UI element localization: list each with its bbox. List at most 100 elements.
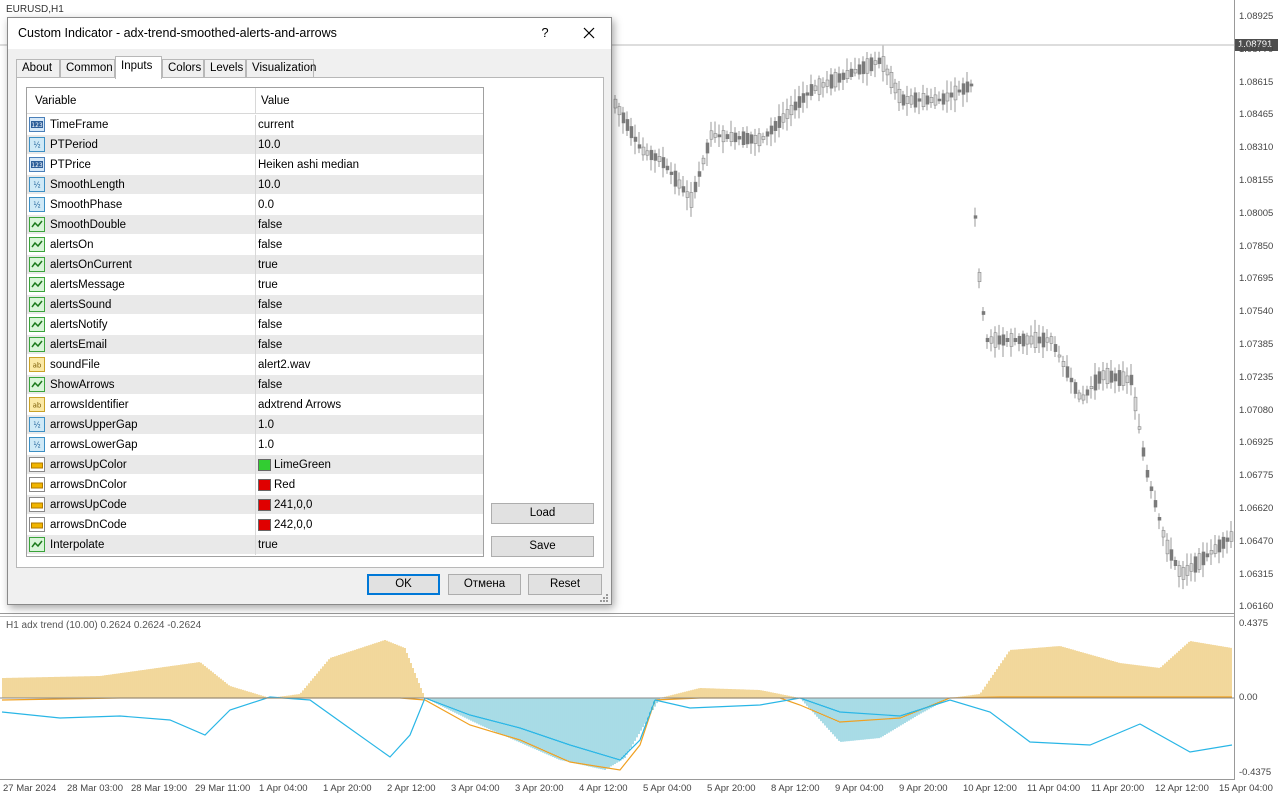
param-value[interactable]: false xyxy=(258,239,282,251)
param-value[interactable]: 10.0 xyxy=(258,139,280,151)
param-row-arrowsLowerGap[interactable]: ½ arrowsLowerGap 1.0 xyxy=(27,435,483,455)
tab-inputs[interactable]: Inputs xyxy=(115,56,162,79)
bool-type-icon xyxy=(29,217,45,232)
param-row-arrowsDnCode[interactable]: arrowsDnCode 242,0,0 xyxy=(27,515,483,535)
candle-body xyxy=(997,335,1002,345)
param-value[interactable]: 241,0,0 xyxy=(274,499,312,511)
load-button[interactable]: Load xyxy=(491,503,594,524)
price-tick-label: 1.08770 xyxy=(1239,43,1274,55)
candle-body xyxy=(805,92,810,96)
tab-levels[interactable]: Levels xyxy=(204,59,246,78)
param-value[interactable]: LimeGreen xyxy=(274,459,331,471)
tab-common[interactable]: Common xyxy=(60,59,115,78)
param-row-TimeFrame[interactable]: 123 TimeFrame current xyxy=(27,115,483,135)
indicator-tick-label: -0.4375 xyxy=(1239,767,1272,778)
param-row-alertsOn[interactable]: alertsOn false xyxy=(27,235,483,255)
param-value[interactable]: false xyxy=(258,379,282,391)
param-value[interactable]: current xyxy=(258,119,294,131)
svg-text:½: ½ xyxy=(33,441,40,450)
candle-body xyxy=(1189,563,1194,572)
dialog-titlebar[interactable]: Custom Indicator - adx-trend-smoothed-al… xyxy=(8,18,611,49)
param-value[interactable]: Heiken ashi median xyxy=(258,159,359,171)
param-value[interactable]: adxtrend Arrows xyxy=(258,399,341,411)
candle-body xyxy=(1061,361,1066,367)
cancel-button[interactable]: Отмена xyxy=(448,574,521,595)
column-divider xyxy=(255,215,256,235)
param-row-ShowArrows[interactable]: ShowArrows false xyxy=(27,375,483,395)
param-row-SmoothDouble[interactable]: SmoothDouble false xyxy=(27,215,483,235)
param-value[interactable]: 1.0 xyxy=(258,419,274,431)
param-value[interactable]: 1.0 xyxy=(258,439,274,451)
help-button[interactable]: ? xyxy=(535,23,555,43)
param-row-soundFile[interactable]: ab soundFile alert2.wav xyxy=(27,355,483,375)
candle-body xyxy=(909,95,914,105)
column-divider xyxy=(255,475,256,495)
param-value[interactable]: true xyxy=(258,279,278,291)
bool-type-icon xyxy=(29,537,45,552)
candle-body xyxy=(613,98,618,109)
value-column-header[interactable]: Value xyxy=(261,95,290,107)
param-value[interactable]: false xyxy=(258,319,282,331)
color-swatch[interactable] xyxy=(258,459,271,471)
param-value[interactable]: 0.0 xyxy=(258,199,274,211)
resize-grip-icon[interactable] xyxy=(599,593,609,603)
time-tick-label: 10 Apr 12:00 xyxy=(963,783,1017,794)
param-value[interactable]: true xyxy=(258,259,278,271)
ok-button[interactable]: OK xyxy=(367,574,440,595)
param-row-SmoothPhase[interactable]: ½ SmoothPhase 0.0 xyxy=(27,195,483,215)
column-divider xyxy=(255,455,256,475)
tab-visualization[interactable]: Visualization xyxy=(246,59,316,78)
param-value[interactable]: false xyxy=(258,339,282,351)
candle-body xyxy=(1125,375,1130,384)
param-value[interactable]: false xyxy=(258,219,282,231)
close-button[interactable] xyxy=(578,23,600,43)
variable-column-header[interactable]: Variable xyxy=(35,95,76,107)
tab-about[interactable]: About xyxy=(16,59,60,78)
candle-body xyxy=(753,134,758,144)
color-swatch[interactable] xyxy=(258,499,271,511)
param-name: alertsEmail xyxy=(50,339,107,351)
grid-header: Variable Value xyxy=(27,88,483,114)
candle-body xyxy=(741,131,746,145)
color-swatch[interactable] xyxy=(258,479,271,491)
param-row-arrowsUpperGap[interactable]: ½ arrowsUpperGap 1.0 xyxy=(27,415,483,435)
color-swatch[interactable] xyxy=(258,519,271,531)
price-tick-label: 1.08925 xyxy=(1239,11,1274,22)
param-value[interactable]: 242,0,0 xyxy=(274,519,312,531)
int-type-icon: 123 xyxy=(29,117,45,132)
param-value[interactable]: false xyxy=(258,299,282,311)
param-row-arrowsUpColor[interactable]: arrowsUpColor LimeGreen xyxy=(27,455,483,475)
candle-body xyxy=(1229,531,1234,542)
time-tick-label: 9 Apr 20:00 xyxy=(899,783,948,794)
column-divider xyxy=(255,255,256,275)
param-row-alertsNotify[interactable]: alertsNotify false xyxy=(27,315,483,335)
param-row-SmoothLength[interactable]: ½ SmoothLength 10.0 xyxy=(27,175,483,195)
param-value[interactable]: true xyxy=(258,539,278,551)
candle-body xyxy=(657,156,662,162)
param-row-alertsSound[interactable]: alertsSound false xyxy=(27,295,483,315)
svg-text:½: ½ xyxy=(33,201,40,210)
param-value[interactable]: Red xyxy=(274,479,295,491)
param-row-arrowsDnColor[interactable]: arrowsDnColor Red xyxy=(27,475,483,495)
int-type-icon: 123 xyxy=(29,157,45,172)
param-row-Interpolate[interactable]: Interpolate true xyxy=(27,535,483,555)
param-row-alertsOnCurrent[interactable]: alertsOnCurrent true xyxy=(27,255,483,275)
param-row-arrowsIdentifier[interactable]: ab arrowsIdentifier adxtrend Arrows xyxy=(27,395,483,415)
param-row-PTPrice[interactable]: 123 PTPrice Heiken ashi median xyxy=(27,155,483,175)
save-button[interactable]: Save xyxy=(491,536,594,557)
param-row-arrowsUpCode[interactable]: arrowsUpCode 241,0,0 xyxy=(27,495,483,515)
candle-body xyxy=(1049,336,1054,344)
reset-button[interactable]: Reset xyxy=(528,574,602,595)
param-row-alertsMessage[interactable]: alertsMessage true xyxy=(27,275,483,295)
candle-body xyxy=(1205,553,1210,558)
candle-body xyxy=(973,215,978,219)
candle-body xyxy=(825,79,830,87)
param-row-PTPeriod[interactable]: ½ PTPeriod 10.0 xyxy=(27,135,483,155)
price-tick-label: 1.07080 xyxy=(1239,404,1274,416)
param-value[interactable]: 10.0 xyxy=(258,179,280,191)
column-divider xyxy=(255,275,256,295)
param-value[interactable]: alert2.wav xyxy=(258,359,310,371)
time-tick-label: 5 Apr 20:00 xyxy=(707,783,756,794)
tab-colors[interactable]: Colors xyxy=(162,59,204,78)
param-row-alertsEmail[interactable]: alertsEmail false xyxy=(27,335,483,355)
